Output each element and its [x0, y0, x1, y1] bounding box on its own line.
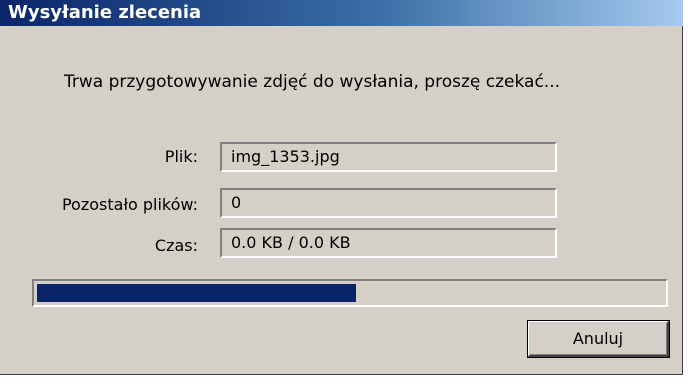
upload-progress-bar: [32, 279, 668, 307]
file-value: img_1353.jpg: [231, 147, 340, 166]
dialog-title: Wysyłanie zlecenia: [8, 2, 202, 23]
progress-fill: [37, 284, 356, 302]
cancel-button[interactable]: Anuluj: [527, 320, 670, 358]
upload-dialog: Wysyłanie zlecenia Trwa przygotowywanie …: [0, 0, 683, 375]
file-field: img_1353.jpg: [220, 142, 557, 172]
title-bar[interactable]: Wysyłanie zlecenia: [0, 0, 683, 26]
file-label: Plik:: [164, 147, 198, 166]
remaining-files-value: 0: [231, 193, 242, 212]
time-value: 0.0 KB / 0.0 KB: [231, 233, 351, 252]
remaining-files-field: 0: [220, 188, 557, 218]
time-field: 0.0 KB / 0.0 KB: [220, 228, 557, 258]
remaining-files-label: Pozostało plików:: [61, 195, 198, 214]
status-message: Trwa przygotowywanie zdjęć do wysłania, …: [64, 72, 561, 92]
cancel-button-label: Anuluj: [572, 329, 624, 348]
time-label: Czas:: [154, 236, 198, 255]
